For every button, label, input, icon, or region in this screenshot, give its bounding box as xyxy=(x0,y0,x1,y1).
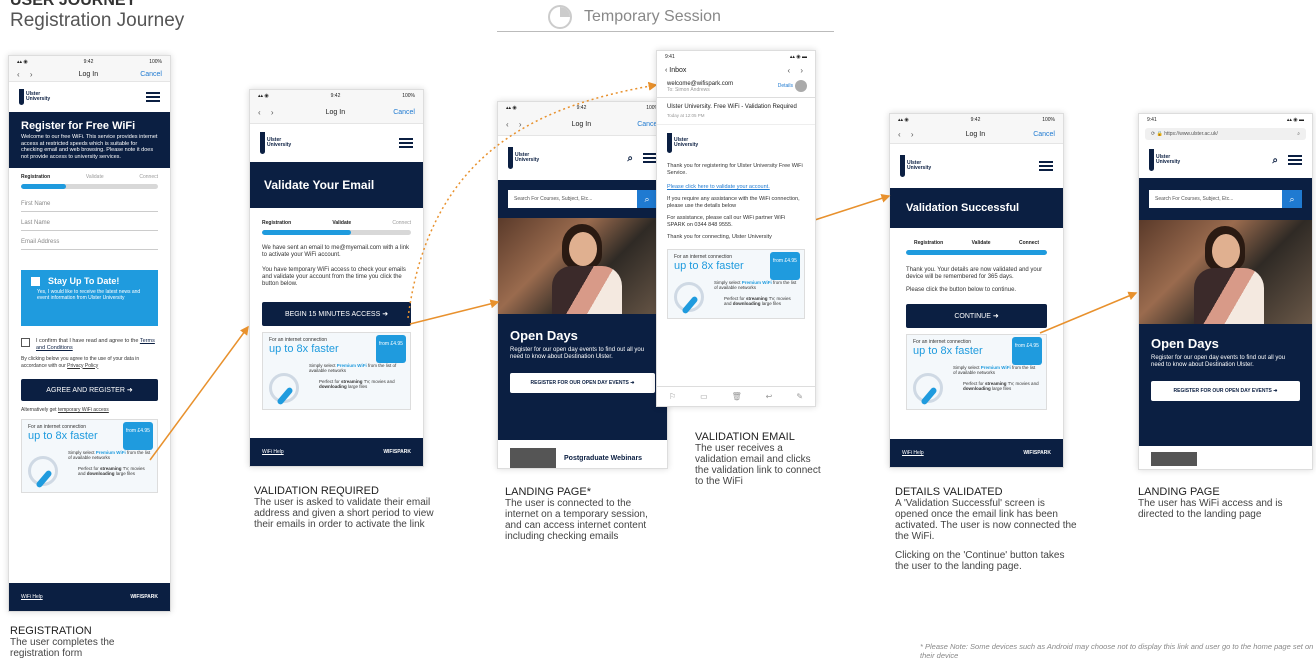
email-logo: Ulster University xyxy=(657,125,815,161)
arrow-dotted-to-email xyxy=(407,81,658,319)
premium-wifi-ad[interactable]: For an internet connection up to 8x fast… xyxy=(667,248,805,319)
price-badge: from £4.95 xyxy=(770,251,800,280)
email-date: Today at 12:05 PM xyxy=(657,111,815,125)
email-thanks: Thank you for registering for Ulster Uni… xyxy=(667,163,803,176)
mail-toolbar: ⚐ ▭ 🗑 ↩ ✎ xyxy=(657,386,815,406)
email-phone: 9:41 ▴▴ ◉ ▬ ‹ Inbox ‹ › welcome@wifispark… xyxy=(656,50,816,407)
footnote: * Please Note: Some devices such as Andr… xyxy=(920,642,1314,660)
avatar xyxy=(795,80,807,92)
trash-icon[interactable]: 🗑 xyxy=(732,392,742,401)
mail-nav: ‹ Inbox ‹ › xyxy=(657,63,815,77)
arrow-register-to-validate xyxy=(149,325,249,461)
caption-landing-final: LANDING PAGE The user has WiFi access an… xyxy=(1138,486,1283,521)
status-bar: 9:41 ▴▴ ◉ ▬ xyxy=(657,51,815,63)
inbox-back-button[interactable]: ‹ Inbox xyxy=(665,67,686,74)
reply-icon[interactable]: ↩ xyxy=(766,392,773,401)
email-header: welcome@wifispark.com To: Simon Andrews … xyxy=(657,77,815,98)
details-link[interactable]: Details xyxy=(778,83,793,89)
caption-registration: REGISTRATION The user completes the regi… xyxy=(10,625,115,660)
compose-icon[interactable]: ✎ xyxy=(796,392,803,401)
prev-next-icon[interactable]: ‹ › xyxy=(787,66,807,75)
caption-details-validated: DETAILS VALIDATED A 'Validation Successf… xyxy=(895,486,1077,573)
email-subject: Ulster University. Free WiFi - Validatio… xyxy=(667,104,797,110)
caption-landing-temporary: LANDING PAGE* The user is connected to t… xyxy=(505,486,648,543)
arrow-validate-to-landing xyxy=(409,299,500,325)
folder-icon[interactable]: ▭ xyxy=(700,392,708,401)
validate-account-link[interactable]: Please click here to validate your accou… xyxy=(657,178,815,192)
email-signoff: Thank you for connecting, Ulster Univers… xyxy=(667,234,772,240)
email-assist-2: For assistance, please call our WiFi par… xyxy=(667,215,786,228)
caption-validation-email: VALIDATION EMAIL The user receives a val… xyxy=(695,431,821,488)
email-assist-1: If you require any assistance with the W… xyxy=(667,196,800,209)
arrow-success-to-landing xyxy=(1039,291,1138,334)
flag-icon[interactable]: ⚐ xyxy=(669,392,676,401)
caption-validation-required: VALIDATION REQUIRED The user is asked to… xyxy=(254,485,434,531)
